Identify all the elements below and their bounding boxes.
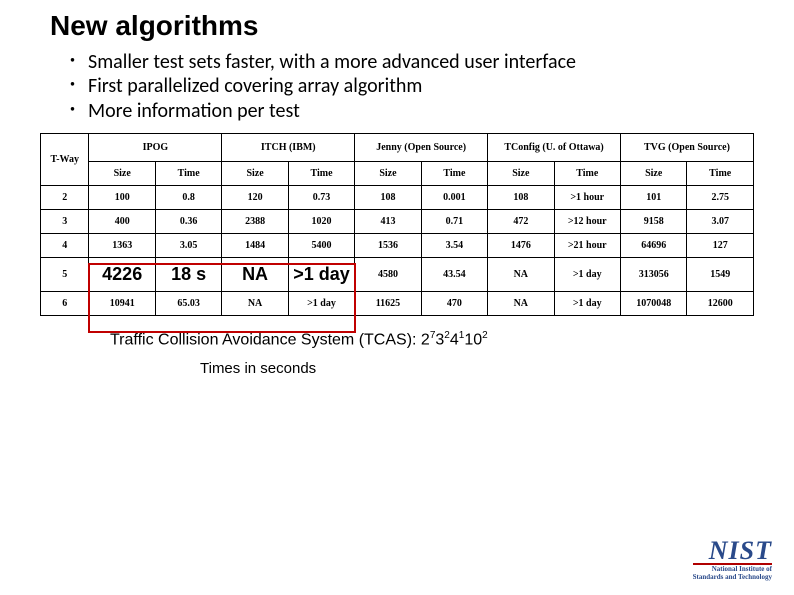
bullet-item: Smaller test sets faster, with a more ad… [70, 50, 754, 74]
cell: >21 hour [554, 234, 620, 258]
cell: >1 day [288, 258, 354, 292]
caption-text: 3 [435, 332, 444, 349]
cell: 43.54 [421, 258, 487, 292]
cell: 0.73 [288, 186, 354, 210]
table-subheader-row: Size Time Size Time Size Time Size Time … [41, 162, 754, 186]
cell: 470 [421, 292, 487, 316]
cell: 0.71 [421, 210, 487, 234]
col-sub: Size [89, 162, 155, 186]
cell: NA [488, 258, 554, 292]
cell: 313056 [620, 258, 686, 292]
cell: >1 day [554, 258, 620, 292]
cell: >1 hour [554, 186, 620, 210]
cell: 400 [89, 210, 155, 234]
cell: 2388 [222, 210, 288, 234]
table-header-row: T-Way IPOG ITCH (IBM) Jenny (Open Source… [41, 134, 754, 162]
table-row: 3 400 0.36 2388 1020 413 0.71 472 >12 ho… [41, 210, 754, 234]
caption-text: Traffic Collision Avoidance System (TCAS… [110, 332, 430, 349]
bullet-list: Smaller test sets faster, with a more ad… [70, 50, 754, 123]
table-row: 6 10941 65.03 NA >1 day 11625 470 NA >1 … [41, 292, 754, 316]
cell: 12600 [687, 292, 754, 316]
cell: 1020 [288, 210, 354, 234]
cell: 3.07 [687, 210, 754, 234]
cell: 127 [687, 234, 754, 258]
cell: 64696 [620, 234, 686, 258]
cell: 5400 [288, 234, 354, 258]
cell: NA [488, 292, 554, 316]
cell: >12 hour [554, 210, 620, 234]
cell: 0.36 [155, 210, 221, 234]
nist-logo: NIST National Institute of Standards and… [693, 539, 772, 581]
tway-value: 5 [41, 258, 89, 292]
col-group: Jenny (Open Source) [355, 134, 488, 162]
col-sub: Time [421, 162, 487, 186]
tway-header: T-Way [41, 134, 89, 186]
page-title: New algorithms [50, 10, 754, 42]
cell: 101 [620, 186, 686, 210]
cell: 1363 [89, 234, 155, 258]
cell: 2.75 [687, 186, 754, 210]
col-sub: Size [620, 162, 686, 186]
col-group: TConfig (U. of Ottawa) [488, 134, 621, 162]
nist-logo-line2: Standards and Technology [693, 574, 772, 581]
cell: 10941 [89, 292, 155, 316]
cell: 3.54 [421, 234, 487, 258]
table-row-highlight: 5 4226 18 s NA >1 day 4580 43.54 NA >1 d… [41, 258, 754, 292]
cell: 18 s [155, 258, 221, 292]
col-group: ITCH (IBM) [222, 134, 355, 162]
col-group: IPOG [89, 134, 222, 162]
cell: 0.001 [421, 186, 487, 210]
bullet-item: More information per test [70, 99, 754, 123]
tway-value: 4 [41, 234, 89, 258]
cell: 120 [222, 186, 288, 210]
cell: 108 [355, 186, 421, 210]
cell: NA [222, 258, 288, 292]
caption-sup: 2 [482, 330, 488, 341]
col-sub: Size [355, 162, 421, 186]
cell: 1476 [488, 234, 554, 258]
cell: 65.03 [155, 292, 221, 316]
table-row: 2 100 0.8 120 0.73 108 0.001 108 >1 hour… [41, 186, 754, 210]
col-sub: Size [488, 162, 554, 186]
cell: 4580 [355, 258, 421, 292]
cell: 108 [488, 186, 554, 210]
cell: 0.8 [155, 186, 221, 210]
cell: 3.05 [155, 234, 221, 258]
cell: 11625 [355, 292, 421, 316]
caption: Traffic Collision Avoidance System (TCAS… [110, 330, 754, 349]
cell: >1 day [554, 292, 620, 316]
cell: >1 day [288, 292, 354, 316]
table-row: 4 1363 3.05 1484 5400 1536 3.54 1476 >21… [41, 234, 754, 258]
col-sub: Time [554, 162, 620, 186]
col-sub: Time [155, 162, 221, 186]
caption-text: 4 [450, 332, 459, 349]
nist-logo-text: NIST [693, 539, 772, 562]
tway-value: 2 [41, 186, 89, 210]
cell: NA [222, 292, 288, 316]
cell: 1536 [355, 234, 421, 258]
col-group: TVG (Open Source) [620, 134, 753, 162]
subcaption: Times in seconds [200, 360, 754, 377]
col-sub: Size [222, 162, 288, 186]
cell: 1484 [222, 234, 288, 258]
cell: 472 [488, 210, 554, 234]
cell: 4226 [89, 258, 155, 292]
cell: 100 [89, 186, 155, 210]
cell: 1549 [687, 258, 754, 292]
col-sub: Time [288, 162, 354, 186]
tway-value: 3 [41, 210, 89, 234]
cell: 1070048 [620, 292, 686, 316]
bullet-item: First parallelized covering array algori… [70, 74, 754, 98]
caption-text: 10 [464, 332, 482, 349]
cell: 9158 [620, 210, 686, 234]
col-sub: Time [687, 162, 754, 186]
comparison-table: T-Way IPOG ITCH (IBM) Jenny (Open Source… [40, 133, 754, 316]
cell: 413 [355, 210, 421, 234]
tway-value: 6 [41, 292, 89, 316]
